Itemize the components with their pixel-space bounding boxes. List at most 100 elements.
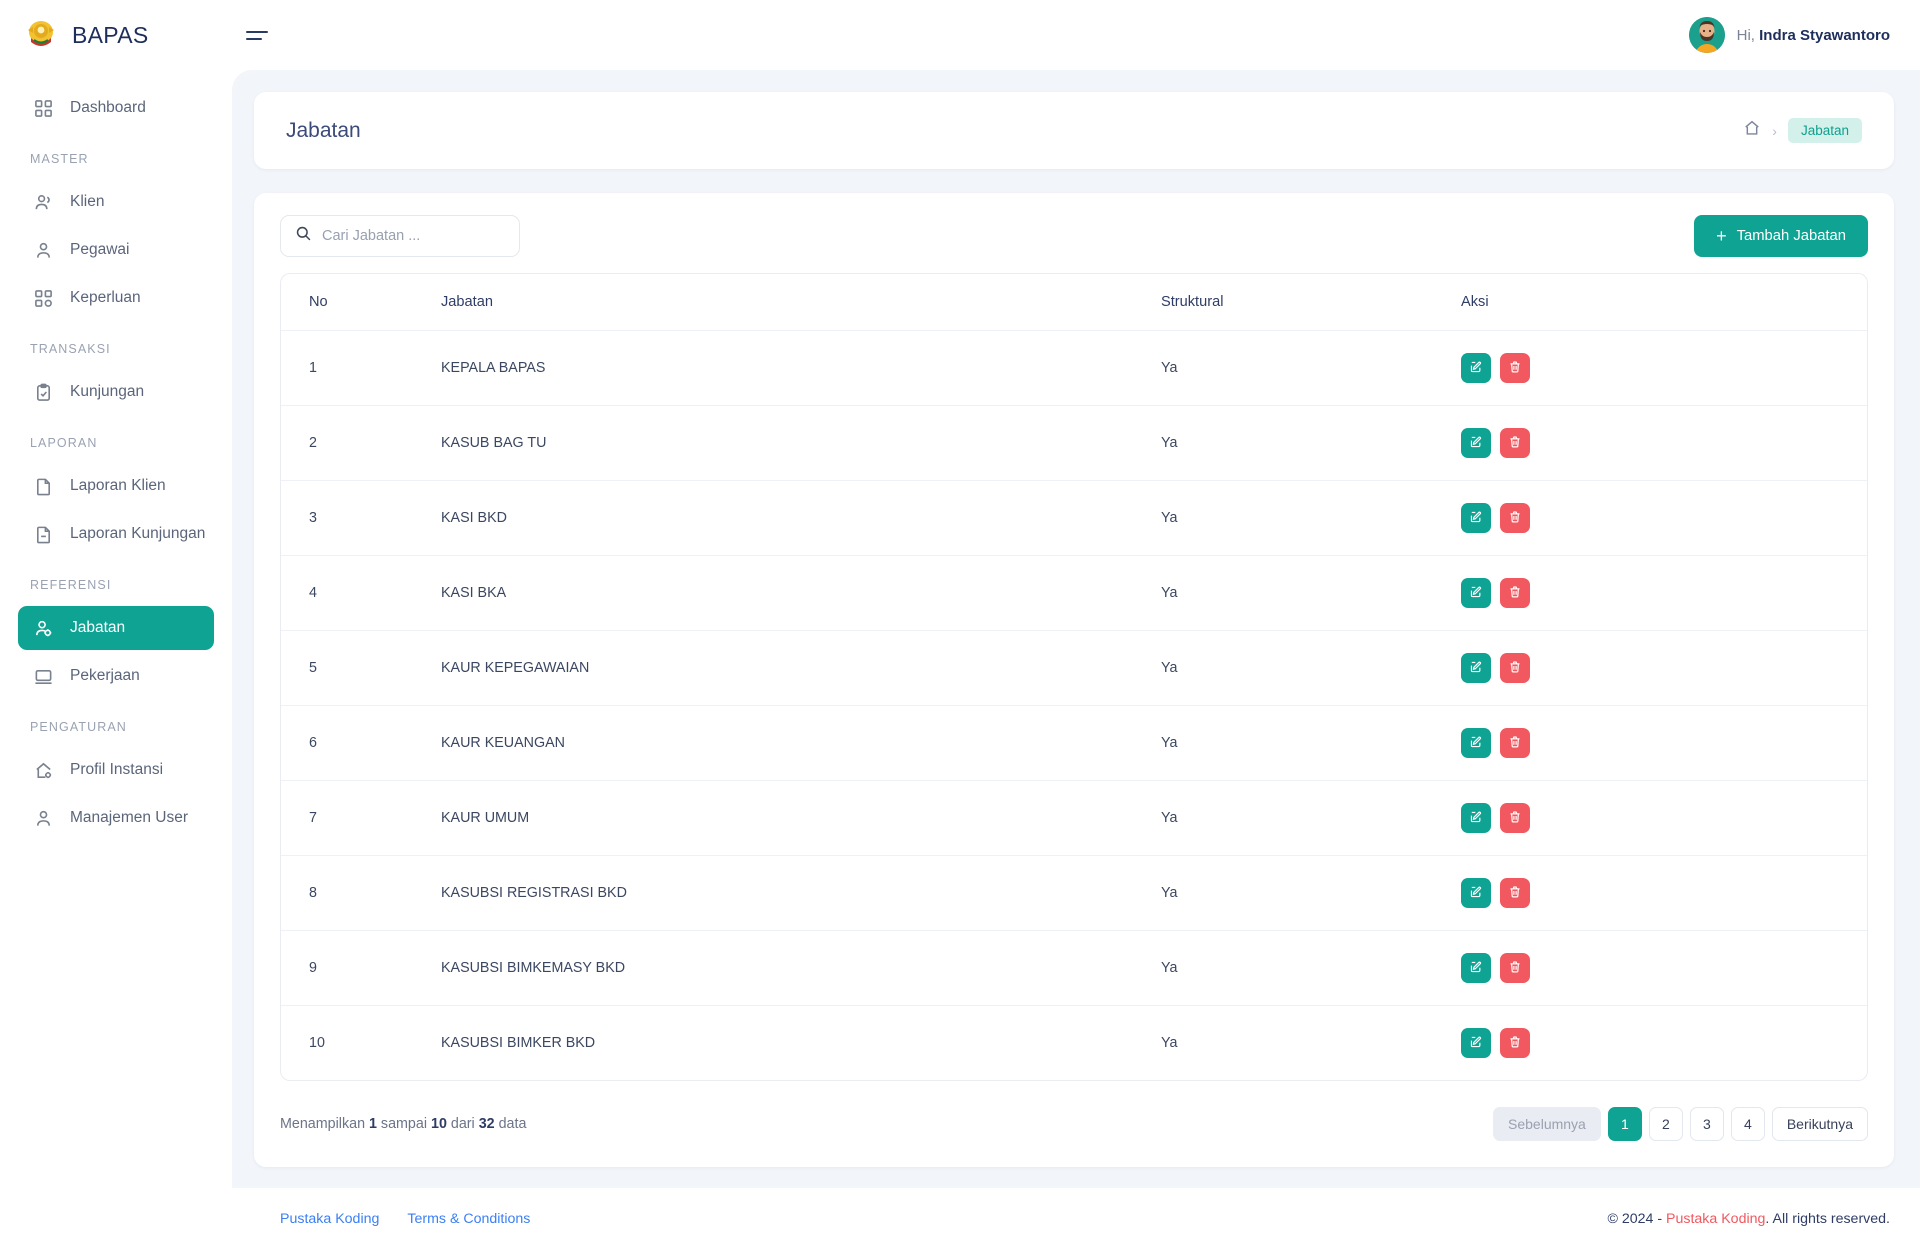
edit-button[interactable] [1461, 878, 1491, 908]
showing-part: sampai [376, 1116, 431, 1132]
grid-icon [32, 97, 54, 119]
hamburger-icon[interactable] [246, 24, 272, 46]
edit-button[interactable] [1461, 353, 1491, 383]
table-header-row: No Jabatan Struktural Aksi [281, 274, 1867, 331]
cell-aksi [1461, 630, 1867, 706]
home-cog-icon [32, 759, 54, 781]
sidebar-item-manajemen-user[interactable]: Manajemen User [18, 796, 214, 840]
sidebar-item-laporan-kunjungan[interactable]: Laporan Kunjungan [18, 512, 214, 556]
delete-button[interactable] [1500, 503, 1530, 533]
table-row: 8 KASUBSI REGISTRASI BKD Ya [281, 855, 1867, 931]
sidebar-section-transaksi: TRANSAKSI [30, 342, 111, 356]
copyright: © 2024 - Pustaka Koding. All rights rese… [1607, 1211, 1890, 1227]
cell-no: 9 [281, 930, 441, 1006]
sidebar-item-label: Keperluan [70, 289, 141, 306]
brand: BAPAS [0, 18, 232, 52]
delete-button[interactable] [1500, 878, 1530, 908]
edit-button[interactable] [1461, 803, 1491, 833]
table-body: 1 KEPALA BAPAS Ya 2 KASUB BAG TU Ya 3 KASI BKD Y… [281, 330, 1867, 1081]
search-box[interactable] [280, 215, 520, 257]
cell-aksi [1461, 405, 1867, 481]
cell-jabatan: KASUB BAG TU [441, 405, 1161, 481]
cell-jabatan: KASUBSI BIMKER BKD [441, 1035, 596, 1051]
copyright-prefix: © 2024 - [1607, 1211, 1667, 1227]
search-icon [295, 225, 312, 247]
delete-button[interactable] [1500, 953, 1530, 983]
table-row: 4 KASI BKA Ya [281, 555, 1867, 631]
breadcrumb: › Jabatan [1743, 118, 1862, 143]
cell-no: 5 [281, 630, 441, 706]
cell-no: 3 [281, 480, 441, 556]
table-row: 2 KASUB BAG TU Ya [281, 405, 1867, 481]
edit-button[interactable] [1461, 653, 1491, 683]
pagination-page-2[interactable]: 2 [1648, 1107, 1683, 1141]
edit-button[interactable] [1461, 578, 1491, 608]
breadcrumb-current: Jabatan [1787, 118, 1862, 143]
page-footer: Pustaka Koding Terms & Conditions © 2024 … [0, 1188, 1920, 1250]
trash-icon [1508, 1035, 1522, 1052]
cell-jabatan: KEPALA BAPAS [441, 330, 1161, 406]
pagination-prev-button[interactable]: Sebelumnya [1493, 1107, 1601, 1141]
delete-button[interactable] [1500, 728, 1530, 758]
footer-link-1[interactable]: Terms & Conditions [407, 1211, 530, 1227]
footer-link-0[interactable]: Pustaka Koding [280, 1211, 379, 1227]
delete-button[interactable] [1500, 428, 1530, 458]
user-menu[interactable]: Hi, Indra Styawantoro [1688, 17, 1920, 53]
sidebar-item-laporan-klien[interactable]: Laporan Klien [18, 464, 214, 508]
delete-button[interactable] [1500, 353, 1530, 383]
top-bar: BAPAS Hi, Indra Styawantoro [0, 0, 1920, 70]
row-actions [1461, 803, 1867, 833]
cell-aksi [1461, 930, 1867, 1006]
edit-button[interactable] [1461, 728, 1491, 758]
users-icon [32, 191, 54, 213]
document-icon [32, 475, 54, 497]
cell-struktural: Ya [1161, 855, 1461, 931]
page-title: Jabatan [286, 118, 361, 142]
search-input[interactable] [322, 228, 505, 244]
pencil-square-icon [1469, 885, 1483, 902]
sidebar-item-klien[interactable]: Klien [18, 180, 214, 224]
home-icon[interactable] [1743, 119, 1761, 142]
cell-no: 6 [281, 705, 441, 781]
pagination-page-3[interactable]: 3 [1689, 1107, 1724, 1141]
add-jabatan-button[interactable]: + Tambah Jabatan [1694, 215, 1868, 257]
garuda-emblem-icon [24, 18, 58, 52]
trash-icon [1508, 585, 1522, 602]
sidebar-item-jabatan[interactable]: Jabatan [18, 606, 214, 650]
sidebar-item-pekerjaan[interactable]: Pekerjaan [18, 654, 214, 698]
sidebar-item-pegawai[interactable]: Pegawai [18, 228, 214, 272]
showing-from: 1 [369, 1116, 377, 1132]
sidebar-item-keperluan[interactable]: Keperluan [18, 276, 214, 320]
cell-aksi [1461, 855, 1867, 931]
delete-button[interactable] [1500, 578, 1530, 608]
cell-aksi [1461, 705, 1867, 781]
pagination-controls: Sebelumnya 1234 Berikutnya [1493, 1107, 1868, 1141]
row-actions [1461, 728, 1867, 758]
delete-button[interactable] [1500, 803, 1530, 833]
showing-total: 32 [478, 1116, 495, 1132]
sidebar-item-label: Pegawai [70, 241, 130, 258]
showing-part: dari [446, 1116, 479, 1132]
sidebar-item-dashboard[interactable]: Dashboard [18, 86, 214, 130]
delete-button[interactable] [1500, 653, 1530, 683]
clipboard-check-icon [32, 381, 54, 403]
sidebar-item-profil-instansi[interactable]: Profil Instansi [18, 748, 214, 792]
sidebar-item-kunjungan[interactable]: Kunjungan [18, 370, 214, 414]
trash-icon [1508, 510, 1522, 527]
cell-struktural: Ya [1161, 330, 1461, 406]
cell-aksi [1461, 780, 1867, 856]
pencil-square-icon [1469, 960, 1483, 977]
cell-jabatan: KASUBSI BIMKEMASY BKD [441, 930, 1161, 1006]
delete-button[interactable] [1500, 1028, 1530, 1058]
user-cog-icon [32, 617, 54, 639]
pagination-next-button[interactable]: Berikutnya [1771, 1107, 1868, 1141]
trash-icon [1508, 360, 1522, 377]
pagination-page-4[interactable]: 4 [1730, 1107, 1765, 1141]
edit-button[interactable] [1461, 428, 1491, 458]
table-row: 7 KAUR UMUM Ya [281, 780, 1867, 856]
edit-button[interactable] [1461, 1028, 1491, 1058]
edit-button[interactable] [1461, 953, 1491, 983]
edit-button[interactable] [1461, 503, 1491, 533]
pagination-page-1[interactable]: 1 [1607, 1107, 1642, 1141]
cell-struktural: Ya [1161, 405, 1461, 481]
